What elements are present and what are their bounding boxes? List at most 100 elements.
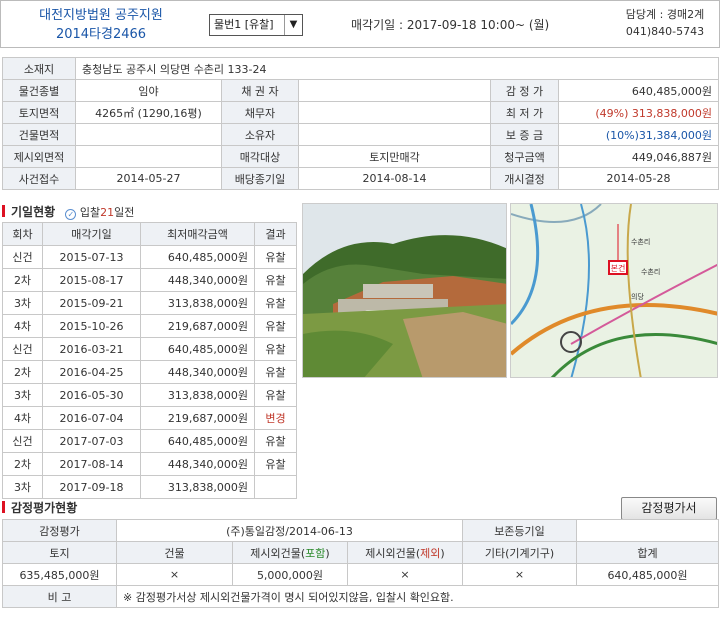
creditor-label: 채 권 자 [221, 79, 299, 102]
deposit-value: (10%)31,384,000원 [557, 123, 720, 146]
property-photo[interactable] [302, 203, 507, 378]
history-round: 3차 [2, 291, 43, 315]
history-price: 313,838,000원 [140, 475, 255, 499]
note-value: ※ 감정평가서상 제시외건물가격이 명시 되어있지않음, 입찰시 확인요함. [116, 585, 719, 608]
creditor-value [298, 79, 491, 102]
history-round: 4차 [2, 314, 43, 338]
table-row: 소재지 충청남도 공주시 의당면 수촌리 133-24 [2, 57, 720, 80]
claim-amount-value: 449,046,887원 [557, 145, 720, 168]
building-value: × [116, 563, 233, 586]
table-row: 신건 2016-03-21 640,485,000원 유찰 [2, 337, 297, 361]
table-row: 물건종별 임야 채 권 자 감 정 가 640,485,000원 [2, 79, 720, 102]
history-round: 2차 [2, 360, 43, 384]
history-date: 2016-05-30 [42, 383, 141, 407]
court-name: 대전지방법원 공주지원 [39, 8, 163, 23]
appraisal-label: 감 정 가 [490, 79, 559, 102]
location-label: 소재지 [2, 57, 76, 80]
debtor-label: 채무자 [221, 101, 299, 124]
claim-amount-label: 청구금액 [490, 145, 559, 168]
history-price: 448,340,000원 [140, 452, 255, 476]
sale-target-label: 매각대상 [221, 145, 299, 168]
court-info: 대전지방법원 공주지원 2014타경2466 [21, 6, 181, 44]
type-value: 임야 [75, 79, 222, 102]
table-row: 3차 2015-09-21 313,838,000원 유찰 [2, 291, 297, 315]
history-round: 2차 [2, 268, 43, 292]
history-date: 2015-07-13 [42, 245, 141, 269]
table-row: 건물면적 소유자 보 증 금 (10%)31,384,000원 [2, 123, 720, 146]
history-result: 변경 [254, 406, 297, 430]
preserve-date-value [576, 519, 719, 542]
section-bar-icon [2, 501, 5, 513]
history-date: 2015-08-17 [42, 268, 141, 292]
col-building: 건물 [116, 541, 233, 564]
building-area-value [75, 123, 222, 146]
minimum-price-value: (49%) 313,838,000원 [557, 101, 720, 124]
history-date: 2015-10-26 [42, 314, 141, 338]
filed-label: 사건접수 [2, 167, 76, 190]
history-date: 2016-04-25 [42, 360, 141, 384]
case-header: 대전지방법원 공주지원 2014타경2466 물번1 [유찰] ▼ 매각기일 :… [0, 0, 720, 48]
history-price: 640,485,000원 [140, 337, 255, 361]
history-result: 유찰 [254, 452, 297, 476]
col-etc: 기타(기계기구) [462, 541, 577, 564]
dday-suffix: 일전 [114, 206, 135, 219]
filed-value: 2014-05-27 [75, 167, 222, 190]
total-value: 640,485,000원 [576, 563, 719, 586]
table-row: 2차 2017-08-14 448,340,000원 유찰 [2, 452, 297, 476]
table-row: 토지면적 4265㎡ (1290,16평) 채무자 최 저 가 (49%) 31… [2, 101, 720, 124]
history-result: 유찰 [254, 383, 297, 407]
table-row: 신건 2017-07-03 640,485,000원 유찰 [2, 429, 297, 453]
history-title: 기일현황 [11, 205, 56, 219]
map-marker-label: 본건 [611, 263, 626, 273]
dday-word: 입찰 [79, 206, 101, 219]
table-row: 635,485,000원 × 5,000,000원 × × 640,485,00… [2, 563, 719, 586]
history-price: 640,485,000원 [140, 245, 255, 269]
history-price: 448,340,000원 [140, 268, 255, 292]
dividend-deadline-label: 배당종기일 [221, 167, 299, 190]
minimum-price-label: 최 저 가 [490, 101, 559, 124]
table-row: 2차 2015-08-17 448,340,000원 유찰 [2, 268, 297, 292]
col-excl-extra: 제시외건물(제외) [347, 541, 463, 564]
table-header-row: 토지 건물 제시외건물(포함) 제시외건물(제외) 기타(기계기구) 합계 [2, 541, 719, 564]
history-result: 유찰 [254, 337, 297, 361]
excl-extra-value: × [347, 563, 463, 586]
col-result: 결과 [254, 222, 297, 246]
note-label: 비 고 [2, 585, 117, 608]
map-label: 의당 [631, 292, 644, 301]
dividend-deadline-value: 2014-08-14 [298, 167, 491, 190]
land-area-label: 토지면적 [2, 101, 76, 124]
auction-history-table: 회차 매각기일 최저매각금액 결과 신건 2015-07-13 640,485,00… [2, 222, 297, 499]
location-value: 충청남도 공주시 의당면 수촌리 133-24 [74, 57, 720, 80]
history-round: 4차 [2, 406, 43, 430]
col-price: 최저매각금액 [140, 222, 255, 246]
history-date: 2016-07-04 [42, 406, 141, 430]
land-area-value: 4265㎡ (1290,16평) [75, 101, 222, 124]
table-row: 4차 2016-07-04 219,687,000원 변경 [2, 406, 297, 430]
history-price: 640,485,000원 [140, 429, 255, 453]
item-select[interactable]: 물번1 [유찰] ▼ [209, 14, 303, 36]
history-date: 2017-09-18 [42, 475, 141, 499]
type-label: 물건종별 [2, 79, 76, 102]
owner-label: 소유자 [221, 123, 299, 146]
preserve-date-label: 보존등기일 [462, 519, 577, 542]
table-row: 2차 2016-04-25 448,340,000원 유찰 [2, 360, 297, 384]
table-row: 신건 2015-07-13 640,485,000원 유찰 [2, 245, 297, 269]
table-row: 3차 2017-09-18 313,838,000원 [2, 475, 297, 499]
history-price: 313,838,000원 [140, 383, 255, 407]
history-round: 3차 [2, 475, 43, 499]
history-result: 유찰 [254, 268, 297, 292]
history-price: 219,687,000원 [140, 406, 255, 430]
appraisal-org-value: (주)통일감정/2014-06-13 [116, 519, 463, 542]
history-result: 유찰 [254, 245, 297, 269]
property-info-table: 소재지 충청남도 공주시 의당면 수촌리 133-24 물건종별 임야 채 권 … [2, 57, 720, 190]
appraisal-section-header: 감정평가현황 [2, 499, 77, 516]
history-date: 2015-09-21 [42, 291, 141, 315]
history-price: 313,838,000원 [140, 291, 255, 315]
appraisal-org-label: 감정평가 [2, 519, 117, 542]
appraisal-value: 640,485,000원 [557, 79, 720, 102]
history-round: 신건 [2, 429, 43, 453]
location-map[interactable]: 본건 수촌리 의당 수촌리 [510, 203, 718, 378]
dday-info: ✓ 입찰21일전 [65, 206, 135, 220]
appraisal-report-button[interactable]: 감정평가서 [621, 497, 717, 520]
map-label: 수촌리 [641, 267, 660, 276]
